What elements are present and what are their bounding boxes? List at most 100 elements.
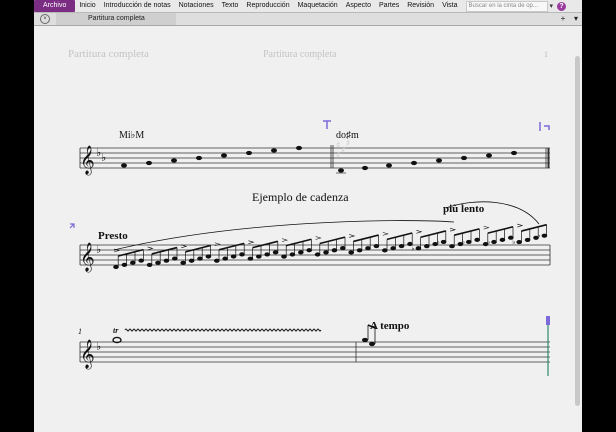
flat-sign-icon: ♭ <box>96 340 101 353</box>
note-head[interactable] <box>474 237 481 242</box>
ribbon-search-input[interactable]: Buscar en la cinta de op... <box>465 0 548 12</box>
dropdown-arrow-icon[interactable]: ▾ <box>548 2 556 10</box>
note-head[interactable] <box>256 254 262 259</box>
note-head[interactable] <box>180 260 186 265</box>
menu-reproduccion[interactable]: Reproducción <box>242 0 293 12</box>
note-head[interactable] <box>281 254 287 259</box>
notes-measure-1[interactable] <box>121 145 302 168</box>
note-head[interactable] <box>197 256 203 261</box>
note-head[interactable] <box>163 258 170 263</box>
note-head[interactable] <box>390 246 397 251</box>
note-head[interactable] <box>365 246 371 251</box>
menu-aspecto[interactable]: Aspecto <box>342 0 375 12</box>
treble-clef-icon: 𝄞 <box>80 145 95 175</box>
note-head[interactable] <box>348 250 355 255</box>
tab-menu-icon[interactable]: ▾ <box>571 14 581 24</box>
note-head[interactable] <box>264 252 270 257</box>
staff-system-3[interactable]: 𝄞 ♭ tr <box>79 316 550 376</box>
note-beam <box>319 236 346 245</box>
tab-partitura-completa[interactable]: Partitura completa <box>56 13 176 25</box>
note-head[interactable] <box>491 239 497 245</box>
note-head[interactable] <box>382 248 388 253</box>
document-tab-bar: × Partitura completa + ▾ <box>34 13 582 26</box>
menu-revision[interactable]: Revisión <box>403 0 438 12</box>
flat-sign-icon: ♭ <box>462 238 465 246</box>
menu-texto[interactable]: Texto <box>218 0 243 12</box>
notes-measure-2[interactable] <box>338 150 517 173</box>
note-head[interactable] <box>524 237 531 243</box>
note-head[interactable] <box>230 254 237 259</box>
menu-vista[interactable]: Vista <box>438 0 461 12</box>
add-tab-icon[interactable]: + <box>558 14 568 24</box>
menu-maquetacion[interactable]: Maquetación <box>294 0 342 12</box>
flat-sign-icon: ♭ <box>101 151 106 164</box>
note-head[interactable] <box>362 337 368 343</box>
note-head[interactable] <box>314 252 321 257</box>
note-head[interactable] <box>247 256 254 261</box>
note-head[interactable] <box>415 246 422 251</box>
note-head[interactable] <box>188 258 195 263</box>
accent-mark-icon <box>147 246 154 251</box>
note-head[interactable] <box>298 250 304 255</box>
menu-inicio[interactable]: Inicio <box>75 0 99 12</box>
tempo-marking-piu-lento[interactable]: più lento <box>443 203 485 215</box>
accent-mark-icon <box>483 225 490 230</box>
note-head[interactable] <box>369 341 375 347</box>
note-beam <box>185 244 211 253</box>
note-head[interactable] <box>499 237 506 242</box>
accent-mark-icon <box>281 238 289 242</box>
note-head[interactable] <box>340 246 346 251</box>
note-head[interactable] <box>138 258 144 263</box>
menu-introduccion-de-notas[interactable]: Introducción de notas <box>100 0 175 12</box>
note-head[interactable] <box>130 260 136 265</box>
note-head[interactable] <box>466 239 472 245</box>
tempo-marking-a-tempo[interactable]: A tempo <box>370 320 410 332</box>
note-head[interactable] <box>541 233 548 238</box>
staff-system-1[interactable]: 𝄞 ♭ ♭ Mi♭M do♯m ♯ ♯♯♯ <box>79 120 550 175</box>
cadenza-title[interactable]: Ejemplo de cadenza <box>252 190 349 204</box>
note-beam <box>218 242 245 251</box>
note-head[interactable] <box>289 252 296 257</box>
note-head[interactable] <box>398 244 405 249</box>
accent-mark-icon <box>382 232 389 236</box>
tempo-marking-presto[interactable]: Presto <box>98 230 128 242</box>
note-head[interactable] <box>172 256 178 261</box>
note-head[interactable] <box>356 248 363 253</box>
note-beam <box>454 228 480 236</box>
cadenza-notes[interactable]: ♭ ♭ ♭ ♭ ♭ ♭ <box>113 223 548 270</box>
note-head[interactable] <box>222 256 228 261</box>
note-head[interactable] <box>146 262 153 268</box>
vertical-scrollbar[interactable] <box>575 56 580 406</box>
note-head[interactable] <box>440 239 447 245</box>
note-head[interactable] <box>272 250 279 255</box>
note-head[interactable] <box>424 244 430 249</box>
close-tab-icon[interactable]: × <box>40 14 50 24</box>
note-head[interactable] <box>306 248 313 253</box>
flat-sign-icon: ♭ <box>437 238 440 246</box>
help-icon[interactable]: ? <box>557 1 567 11</box>
chord-symbol-1[interactable]: Mi♭M <box>119 130 144 141</box>
menu-file[interactable]: Archivo <box>34 0 76 12</box>
note-head[interactable] <box>121 262 128 267</box>
note-head[interactable] <box>449 244 455 249</box>
note-head[interactable] <box>373 243 380 249</box>
trill-marking[interactable]: tr <box>113 326 119 335</box>
menu-notaciones[interactable]: Notaciones <box>175 0 218 12</box>
layout-marker-icon[interactable] <box>69 223 75 229</box>
note-head[interactable] <box>155 260 161 265</box>
note-head[interactable] <box>113 264 119 270</box>
note-head[interactable] <box>323 250 329 255</box>
note-head[interactable] <box>516 239 523 245</box>
note-head[interactable] <box>331 248 338 253</box>
treble-clef-icon: 𝄞 <box>80 339 95 369</box>
menu-partes[interactable]: Partes <box>375 0 403 12</box>
note-head[interactable] <box>205 254 212 259</box>
selection-handle-icon[interactable] <box>323 120 331 129</box>
note-head[interactable] <box>239 252 245 257</box>
note-head[interactable] <box>214 258 220 263</box>
flat-sign-icon: ♭ <box>512 238 515 246</box>
repeat-end-marker-icon[interactable] <box>539 122 550 131</box>
svg-text:♯: ♯ <box>346 139 350 149</box>
trill-extension-line[interactable] <box>124 328 322 332</box>
playback-line-handle-icon[interactable] <box>546 316 550 325</box>
